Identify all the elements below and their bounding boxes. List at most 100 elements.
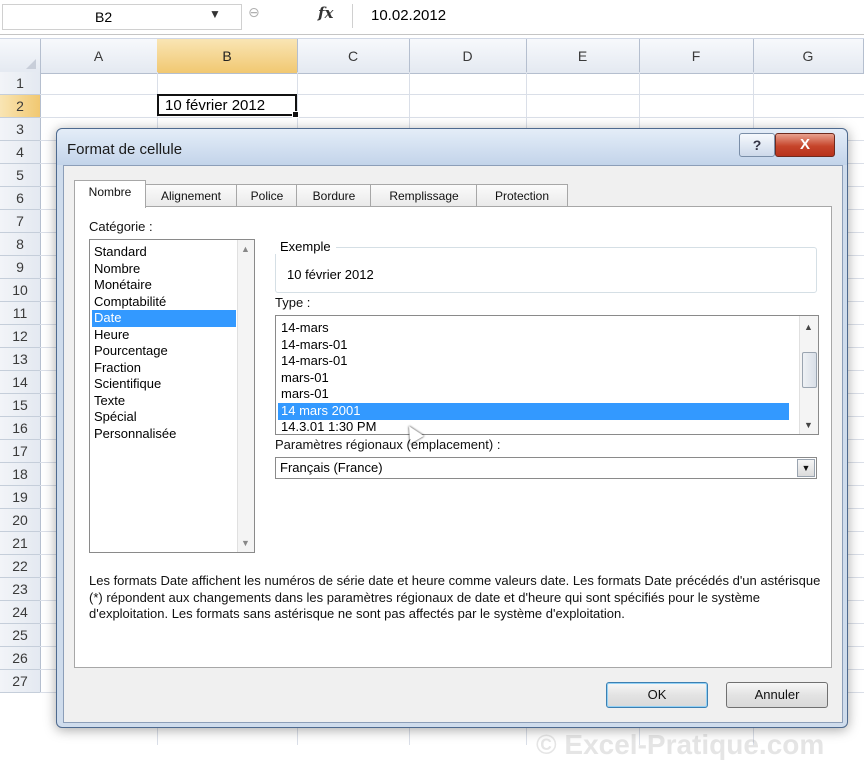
scroll-down-icon[interactable]: ▼: [804, 420, 813, 430]
row-header[interactable]: 5: [0, 164, 41, 187]
tab-panel-nombre: Catégorie : Standard Nombre Monétaire Compt…: [74, 206, 832, 668]
cancel-button[interactable]: Annuler: [726, 682, 828, 708]
scroll-up-icon[interactable]: ▲: [804, 322, 813, 332]
type-item[interactable]: mars-01: [278, 370, 789, 387]
row-header[interactable]: 18: [0, 463, 41, 486]
dialog-titlebar[interactable]: Format de cellule ? X: [57, 129, 847, 165]
formula-text: 10.02.2012: [371, 7, 447, 24]
row-header[interactable]: 2: [0, 95, 41, 118]
category-item[interactable]: Standard: [92, 244, 236, 261]
tab-protection[interactable]: Protection: [476, 184, 568, 207]
column-header-d[interactable]: D: [409, 39, 527, 73]
type-list[interactable]: 14-mars 14-mars-01 14-mars-01 mars-01 mars-0…: [275, 315, 819, 435]
column-header-c[interactable]: C: [297, 39, 410, 73]
row-header[interactable]: 17: [0, 440, 41, 463]
category-item[interactable]: Texte: [92, 393, 236, 410]
insert-function-icon[interactable]: fx: [318, 4, 333, 22]
category-scrollbar[interactable]: ▲ ▼: [237, 240, 254, 552]
locale-select[interactable]: Français (France) ▼: [275, 457, 817, 479]
row-header[interactable]: 9: [0, 256, 41, 279]
category-item[interactable]: Monétaire: [92, 277, 236, 294]
chevron-down-icon[interactable]: ▼: [797, 459, 815, 477]
row-header[interactable]: 8: [0, 233, 41, 256]
type-item[interactable]: 14-mars-01: [278, 353, 789, 370]
category-item[interactable]: Fraction: [92, 360, 236, 377]
category-item[interactable]: Comptabilité: [92, 294, 236, 311]
ok-button[interactable]: OK: [606, 682, 708, 708]
row-header[interactable]: 7: [0, 210, 41, 233]
column-header-f[interactable]: F: [639, 39, 754, 73]
formula-input[interactable]: 10.02.2012: [352, 4, 861, 28]
row-header[interactable]: 14: [0, 371, 41, 394]
row-header[interactable]: 27: [0, 670, 41, 693]
formula-bar: B2 ▼ ⊖ fx 10.02.2012: [0, 0, 864, 35]
category-item[interactable]: Spécial: [92, 409, 236, 426]
category-item[interactable]: Heure: [92, 327, 236, 344]
dialog-title: Format de cellule: [67, 141, 183, 158]
category-item[interactable]: Pourcentage: [92, 343, 236, 360]
close-button[interactable]: X: [775, 133, 835, 157]
locale-value: Français (France): [280, 460, 383, 475]
tab-bordure[interactable]: Bordure: [296, 184, 372, 207]
category-list[interactable]: Standard Nombre Monétaire Comptabilité Date H…: [89, 239, 255, 553]
category-label: Catégorie :: [89, 219, 153, 234]
row-header[interactable]: 19: [0, 486, 41, 509]
type-item[interactable]: 14.3.01 1:30 PM: [278, 419, 789, 436]
gridline: [40, 117, 864, 118]
column-header-e[interactable]: E: [526, 39, 640, 73]
format-cells-dialog: Format de cellule ? X Nombre Alignement …: [56, 128, 848, 728]
row-header[interactable]: 22: [0, 555, 41, 578]
cell-b2-value: 10 février 2012: [165, 97, 266, 114]
name-box[interactable]: B2 ▼: [2, 4, 242, 30]
row-header[interactable]: 21: [0, 532, 41, 555]
tab-nombre[interactable]: Nombre: [74, 180, 146, 208]
cell-b2[interactable]: 10 février 2012: [157, 94, 299, 118]
scroll-down-icon[interactable]: ▼: [241, 538, 250, 548]
row-header[interactable]: 12: [0, 325, 41, 348]
type-item[interactable]: 14 mars 2001: [278, 402, 789, 420]
example-label: Exemple: [275, 239, 336, 254]
column-header-b[interactable]: B: [157, 39, 298, 73]
row-header[interactable]: 10: [0, 279, 41, 302]
column-headers: A B C D E F G: [0, 38, 864, 74]
chevron-down-icon[interactable]: ▼: [209, 7, 221, 21]
type-label: Type :: [275, 295, 311, 310]
help-button[interactable]: ?: [739, 133, 775, 157]
category-item[interactable]: Scientifique: [92, 376, 236, 393]
row-header[interactable]: 25: [0, 624, 41, 647]
scroll-thumb[interactable]: [802, 352, 817, 388]
fill-handle[interactable]: [292, 111, 299, 118]
row-header[interactable]: 20: [0, 509, 41, 532]
row-header[interactable]: 6: [0, 187, 41, 210]
category-item[interactable]: Date: [92, 310, 236, 327]
row-header[interactable]: 23: [0, 578, 41, 601]
row-header[interactable]: 16: [0, 417, 41, 440]
category-item[interactable]: Personnalisée: [92, 426, 236, 443]
scroll-up-icon[interactable]: ▲: [241, 244, 250, 254]
tab-police[interactable]: Police: [236, 184, 298, 207]
row-header[interactable]: 11: [0, 302, 41, 325]
locale-label: Paramètres régionaux (emplacement) :: [275, 437, 501, 452]
example-value: 10 février 2012: [287, 267, 374, 282]
cancel-icon[interactable]: ⊖: [248, 4, 260, 21]
dialog-body: Nombre Alignement Police Bordure Remplis…: [63, 165, 843, 723]
tab-alignement[interactable]: Alignement: [144, 184, 238, 207]
type-item[interactable]: mars-01: [278, 386, 789, 403]
tab-remplissage[interactable]: Remplissage: [370, 184, 478, 207]
watermark: © Excel-Pratique.com: [536, 729, 825, 760]
type-item[interactable]: 14-mars: [278, 320, 789, 337]
format-description: Les formats Date affichent les numéros d…: [89, 573, 821, 621]
column-header-g[interactable]: G: [753, 39, 864, 73]
type-item[interactable]: 14-mars-01: [278, 337, 789, 354]
category-item[interactable]: Nombre: [92, 261, 236, 278]
row-header[interactable]: 15: [0, 394, 41, 417]
row-header[interactable]: 4: [0, 141, 41, 164]
row-header[interactable]: 13: [0, 348, 41, 371]
row-header[interactable]: 24: [0, 601, 41, 624]
row-header[interactable]: 3: [0, 118, 41, 141]
column-header-a[interactable]: A: [40, 39, 158, 73]
select-all-corner[interactable]: [0, 39, 41, 73]
row-header[interactable]: 26: [0, 647, 41, 670]
type-scrollbar[interactable]: ▲ ▼: [799, 316, 818, 434]
row-header[interactable]: 1: [0, 72, 41, 95]
